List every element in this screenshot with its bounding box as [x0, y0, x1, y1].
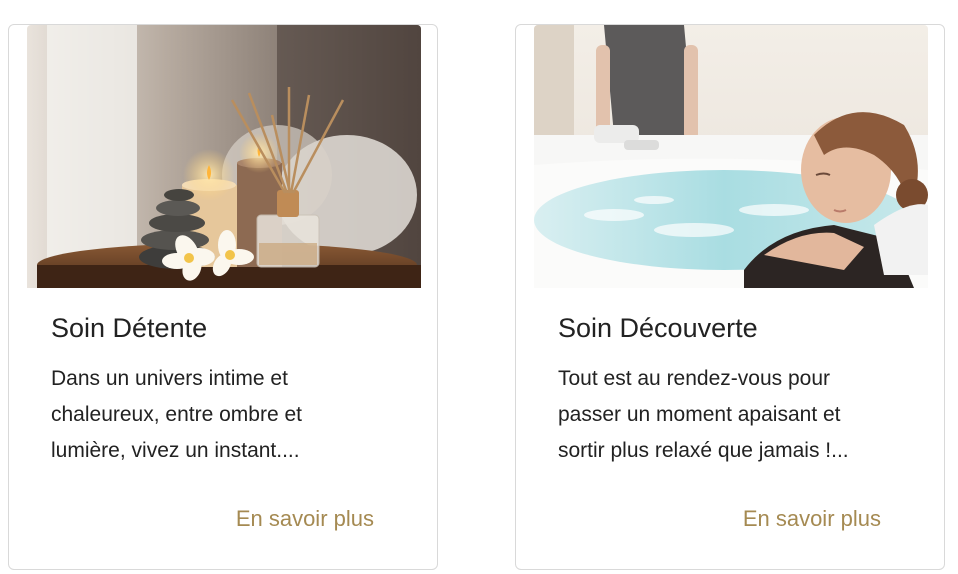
- learn-more-link[interactable]: En savoir plus: [743, 504, 881, 534]
- card-description: Tout est au rendez-vous pour passer un m…: [558, 367, 849, 462]
- card-image-jacuzzi: [534, 25, 928, 288]
- card-title: Soin Découverte: [558, 313, 758, 343]
- service-card-detente: Soin Détente Dans un univers intime et c…: [8, 24, 438, 570]
- card-image-spa-candles: [27, 25, 421, 288]
- card-title: Soin Détente: [51, 313, 208, 343]
- jacuzzi-illustration: [534, 25, 928, 288]
- learn-more-link[interactable]: En savoir plus: [236, 504, 374, 534]
- card-description: Dans un univers intime et chaleureux, en…: [51, 367, 302, 462]
- spa-candles-illustration: [27, 25, 421, 288]
- service-card-decouverte: Soin Découverte Tout est au rendez-vous …: [515, 24, 945, 570]
